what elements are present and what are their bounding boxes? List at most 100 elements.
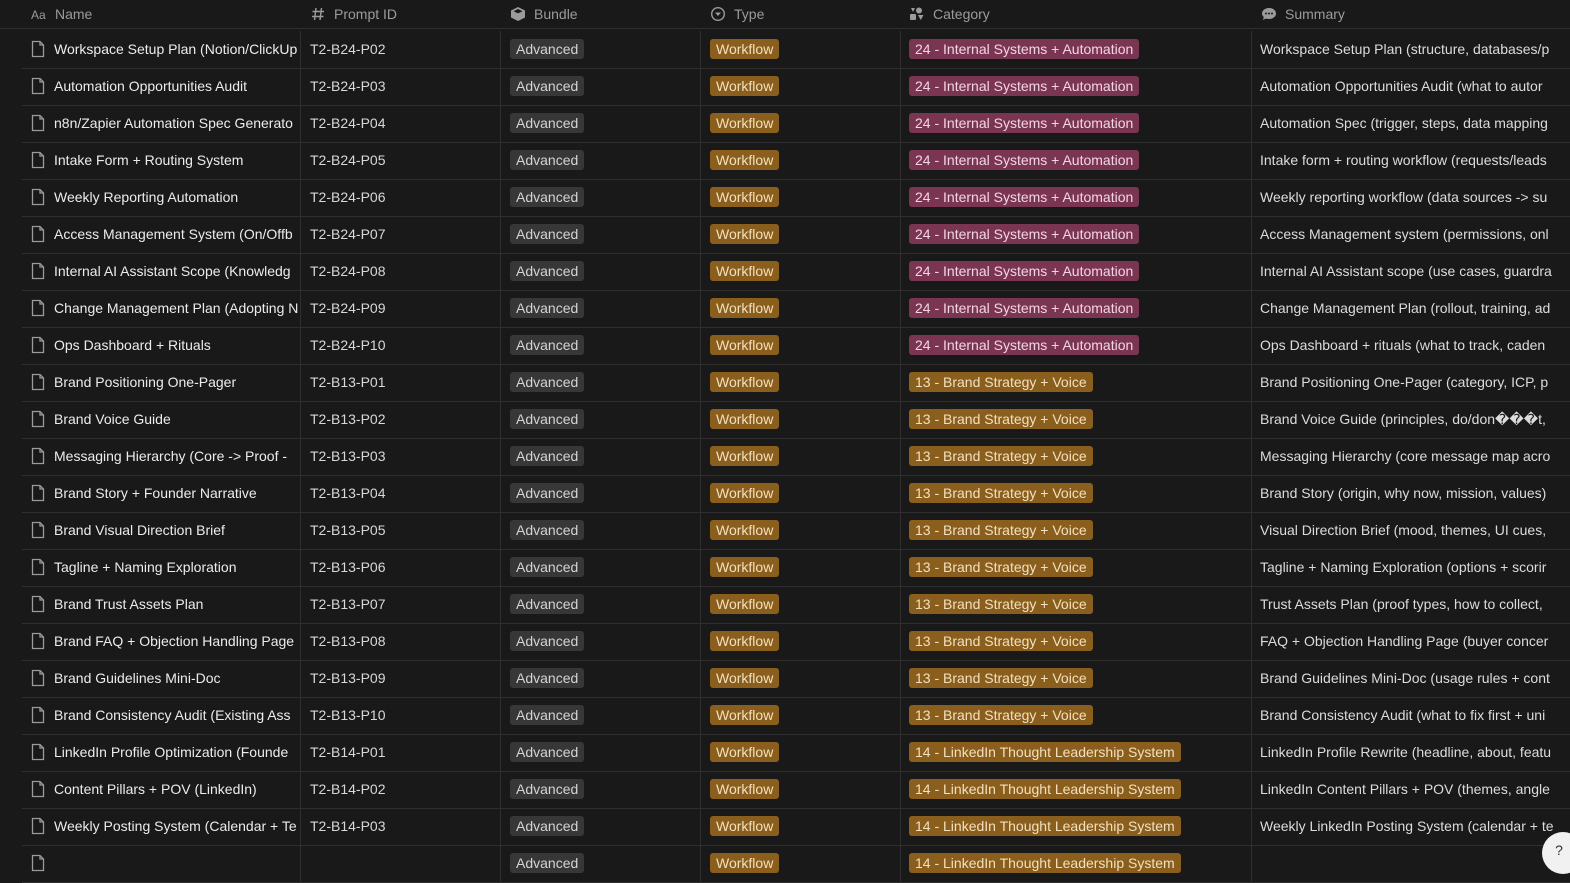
category-cell[interactable]: 14 - LinkedIn Thought Leadership System [909,734,1254,770]
summary-cell[interactable]: Ops Dashboard + rituals (what to track, … [1260,327,1570,363]
type-cell[interactable]: Workflow [710,327,900,363]
prompt-id-cell[interactable]: T2-B24-P09 [310,290,500,326]
bundle-cell[interactable]: Advanced [510,438,700,474]
table-row[interactable]: Brand Visual Direction Brief T2-B13-P05 Ad… [22,512,1570,550]
prompt-id-cell[interactable]: T2-B24-P03 [310,68,500,104]
summary-cell[interactable]: Weekly reporting workflow (data sources … [1260,179,1570,215]
type-cell[interactable]: Workflow [710,364,900,400]
type-cell[interactable]: Workflow [710,697,900,733]
column-header-bundle[interactable]: Bundle [509,0,578,28]
category-cell[interactable]: 24 - Internal Systems + Automation [909,68,1254,104]
category-cell[interactable]: 13 - Brand Strategy + Voice [909,475,1254,511]
summary-cell[interactable]: Visual Direction Brief (mood, themes, UI… [1260,512,1570,548]
prompt-id-cell[interactable]: T2-B24-P05 [310,142,500,178]
table-row[interactable]: Content Pillars + POV (LinkedIn) T2-B14-P… [22,771,1570,809]
name-cell[interactable] [30,845,302,881]
summary-cell[interactable]: Tagline + Naming Exploration (options + … [1260,549,1570,585]
type-cell[interactable]: Workflow [710,771,900,807]
category-cell[interactable]: 24 - Internal Systems + Automation [909,290,1254,326]
summary-cell[interactable] [1260,845,1570,881]
table-row[interactable]: Brand Positioning One-Pager T2-B13-P01 Adv… [22,364,1570,402]
bundle-cell[interactable]: Advanced [510,290,700,326]
type-cell[interactable]: Workflow [710,142,900,178]
summary-cell[interactable]: Brand Positioning One-Pager (category, I… [1260,364,1570,400]
type-cell[interactable]: Workflow [710,438,900,474]
name-cell[interactable]: Change Management Plan (Adopting N [30,290,302,326]
column-header-summary[interactable]: Summary [1260,0,1345,28]
prompt-id-cell[interactable]: T2-B13-P03 [310,438,500,474]
column-header-name[interactable]: Aa Name [30,0,93,28]
summary-cell[interactable]: LinkedIn Profile Rewrite (headline, abou… [1260,734,1570,770]
prompt-id-cell[interactable]: T2-B24-P02 [310,31,500,67]
type-cell[interactable]: Workflow [710,253,900,289]
table-row[interactable]: Workspace Setup Plan (Notion/ClickUp T2-B… [22,31,1570,69]
prompt-id-cell[interactable] [310,845,500,881]
table-row[interactable]: LinkedIn Profile Optimization (Founde T2-… [22,734,1570,772]
name-cell[interactable]: Workspace Setup Plan (Notion/ClickUp [30,31,302,67]
bundle-cell[interactable]: Advanced [510,697,700,733]
category-cell[interactable]: 13 - Brand Strategy + Voice [909,623,1254,659]
prompt-id-cell[interactable]: T2-B14-P02 [310,771,500,807]
category-cell[interactable]: 13 - Brand Strategy + Voice [909,660,1254,696]
table-row[interactable]: Brand Voice Guide T2-B13-P02 Advanced Workf… [22,401,1570,439]
summary-cell[interactable]: Workspace Setup Plan (structure, databas… [1260,31,1570,67]
summary-cell[interactable]: Intake form + routing workflow (requests… [1260,142,1570,178]
prompt-id-cell[interactable]: T2-B24-P04 [310,105,500,141]
prompt-id-cell[interactable]: T2-B13-P02 [310,401,500,437]
name-cell[interactable]: LinkedIn Profile Optimization (Founde [30,734,302,770]
name-cell[interactable]: Brand Trust Assets Plan [30,586,302,622]
name-cell[interactable]: Internal AI Assistant Scope (Knowledg [30,253,302,289]
category-cell[interactable]: 14 - LinkedIn Thought Leadership System [909,771,1254,807]
type-cell[interactable]: Workflow [710,623,900,659]
name-cell[interactable]: Access Management System (On/Offb [30,216,302,252]
type-cell[interactable]: Workflow [710,475,900,511]
type-cell[interactable]: Workflow [710,401,900,437]
type-cell[interactable]: Workflow [710,808,900,844]
type-cell[interactable]: Workflow [710,105,900,141]
type-cell[interactable]: Workflow [710,586,900,622]
bundle-cell[interactable]: Advanced [510,216,700,252]
bundle-cell[interactable]: Advanced [510,327,700,363]
bundle-cell[interactable]: Advanced [510,660,700,696]
summary-cell[interactable]: LinkedIn Content Pillars + POV (themes, … [1260,771,1570,807]
summary-cell[interactable]: Access Management system (permissions, o… [1260,216,1570,252]
bundle-cell[interactable]: Advanced [510,771,700,807]
prompt-id-cell[interactable]: T2-B14-P03 [310,808,500,844]
type-cell[interactable]: Workflow [710,68,900,104]
type-cell[interactable]: Workflow [710,179,900,215]
name-cell[interactable]: Automation Opportunities Audit [30,68,302,104]
table-row[interactable]: Messaging Hierarchy (Core -> Proof - T2-B… [22,438,1570,476]
name-cell[interactable]: Brand Guidelines Mini-Doc [30,660,302,696]
type-cell[interactable]: Workflow [710,660,900,696]
table-row[interactable]: Access Management System (On/Offb T2-B24-… [22,216,1570,254]
name-cell[interactable]: Brand Consistency Audit (Existing Ass [30,697,302,733]
name-cell[interactable]: Weekly Reporting Automation [30,179,302,215]
name-cell[interactable]: Tagline + Naming Exploration [30,549,302,585]
table-row[interactable]: Brand Trust Assets Plan T2-B13-P07 Advance… [22,586,1570,624]
summary-cell[interactable]: Brand Voice Guide (principles, do/don���… [1260,401,1570,437]
table-row[interactable]: Advanced Workflow 14 - LinkedIn Thought Le… [22,845,1570,883]
table-row[interactable]: Brand Consistency Audit (Existing Ass T2-… [22,697,1570,735]
summary-cell[interactable]: Brand Story (origin, why now, mission, v… [1260,475,1570,511]
prompt-id-cell[interactable]: T2-B13-P05 [310,512,500,548]
name-cell[interactable]: Content Pillars + POV (LinkedIn) [30,771,302,807]
type-cell[interactable]: Workflow [710,290,900,326]
type-cell[interactable]: Workflow [710,31,900,67]
prompt-id-cell[interactable]: T2-B13-P07 [310,586,500,622]
bundle-cell[interactable]: Advanced [510,475,700,511]
bundle-cell[interactable]: Advanced [510,808,700,844]
bundle-cell[interactable]: Advanced [510,105,700,141]
bundle-cell[interactable]: Advanced [510,142,700,178]
bundle-cell[interactable]: Advanced [510,549,700,585]
bundle-cell[interactable]: Advanced [510,31,700,67]
bundle-cell[interactable]: Advanced [510,253,700,289]
summary-cell[interactable]: Brand Guidelines Mini-Doc (usage rules +… [1260,660,1570,696]
type-cell[interactable]: Workflow [710,734,900,770]
name-cell[interactable]: Messaging Hierarchy (Core -> Proof - [30,438,302,474]
prompt-id-cell[interactable]: T2-B13-P04 [310,475,500,511]
category-cell[interactable]: 14 - LinkedIn Thought Leadership System [909,808,1254,844]
table-row[interactable]: Brand Story + Founder Narrative T2-B13-P0… [22,475,1570,513]
category-cell[interactable]: 24 - Internal Systems + Automation [909,216,1254,252]
table-row[interactable]: Automation Opportunities Audit T2-B24-P03… [22,68,1570,106]
table-row[interactable]: Internal AI Assistant Scope (Knowledg T2-… [22,253,1570,291]
